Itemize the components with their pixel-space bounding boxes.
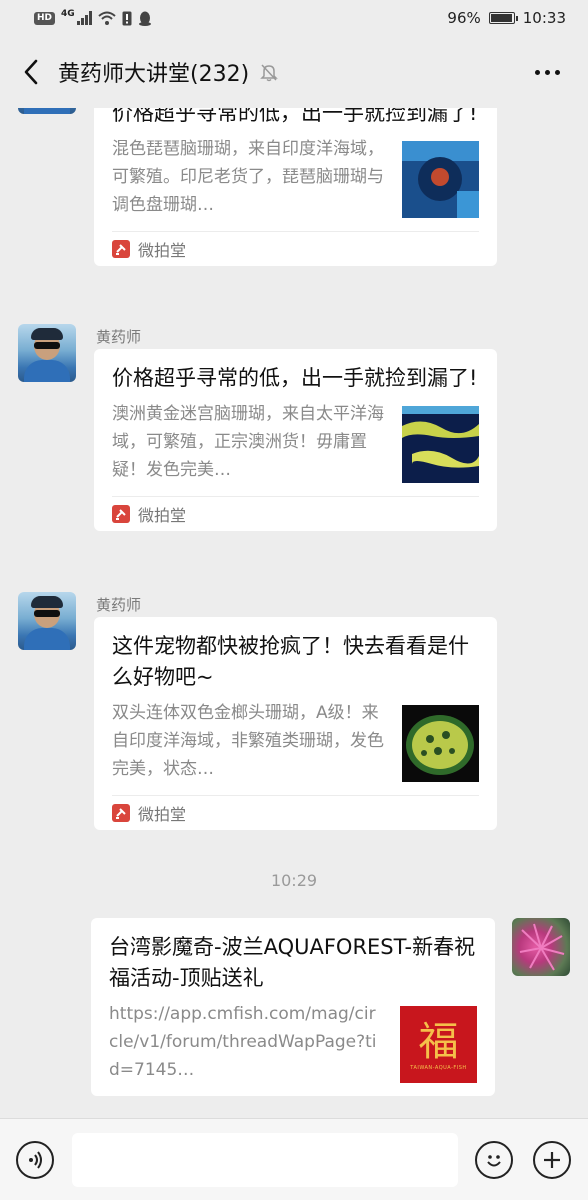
card-source-label: 微拍堂 <box>138 506 187 525</box>
card-title: 这件宠物都快被抢疯了！快去看看是什么好物吧~ <box>112 634 469 689</box>
voice-icon <box>29 1151 42 1169</box>
sim-alert-icon <box>122 11 132 25</box>
link-card-message[interactable]: 价格超乎寻常的低，出一手就捡到漏了! 澳洲黄金迷宫脑珊瑚，来自太平洋海域，可繁殖… <box>94 349 497 531</box>
avatar[interactable] <box>18 324 76 382</box>
weipaitang-app-icon <box>112 804 130 822</box>
dot-icon <box>555 70 560 75</box>
battery-icon <box>488 12 518 24</box>
card-title: 台湾影魔奇-波兰AQUAFOREST-新春祝福活动-顶贴送礼 <box>109 935 476 990</box>
avatar[interactable] <box>18 108 76 114</box>
card-description: 混色琵琶脑珊瑚，来自印度洋海域，可繁殖。印尼老货了，琵琶脑珊瑚与调色盘珊瑚… <box>112 139 384 215</box>
card-description: https://app.cmfish.com/mag/circle/v1/for… <box>109 1004 377 1080</box>
emoji-button[interactable] <box>475 1141 513 1179</box>
link-card-message[interactable]: 价格超乎寻常的低，出一手就捡到漏了! 混色琵琶脑珊瑚，来自印度洋海域，可繁殖。印… <box>94 108 497 266</box>
hd-badge: HD <box>34 11 56 25</box>
avatar[interactable] <box>18 592 76 650</box>
card-body: https://app.cmfish.com/mag/circle/v1/for… <box>109 1000 477 1096</box>
card-source: 微拍堂 <box>112 795 479 830</box>
input-bar <box>0 1118 588 1200</box>
thumb-caption: TAIWAN-AQUA-FISH <box>410 1064 467 1071</box>
card-description: 双头连体双色金榔头珊瑚，A级！来自印度洋海域，非繁殖类珊瑚，发色完美，状态… <box>112 703 384 779</box>
card-source: 微拍堂 <box>112 231 479 266</box>
more-functions-button[interactable] <box>533 1141 571 1179</box>
plus-icon <box>544 1152 560 1168</box>
card-body: 澳洲黄金迷宫脑珊瑚，来自太平洋海域，可繁殖，正宗澳洲货！毋庸置疑！发色完美… <box>112 400 479 496</box>
coral-thumbnail-image <box>402 141 479 218</box>
smiley-icon <box>487 1155 501 1167</box>
card-title: 价格超乎寻常的低，出一手就捡到漏了! <box>112 108 478 125</box>
qq-penguin-icon <box>138 11 151 26</box>
status-right: 96% 10:33 <box>447 9 566 27</box>
sender-name: 黄药师 <box>96 328 142 346</box>
my-link-card-message[interactable]: 台湾影魔奇-波兰AQUAFOREST-新春祝福活动-顶贴送礼 https://a… <box>91 918 495 1096</box>
card-title: 价格超乎寻常的低，出一手就捡到漏了! <box>112 366 478 390</box>
dot-icon <box>535 70 540 75</box>
chat-area[interactable]: 价格超乎寻常的低，出一手就捡到漏了! 混色琵琶脑珊瑚，来自印度洋海域，可繁殖。印… <box>0 108 588 1118</box>
chat-timestamp: 10:29 <box>270 871 318 890</box>
signal-icon <box>76 11 92 25</box>
status-bar: HD 4G 96% 10:33 <box>0 0 588 36</box>
card-source-label: 微拍堂 <box>138 805 187 824</box>
wifi-icon <box>98 11 116 25</box>
fu-character: 福 <box>418 1018 459 1065</box>
page-title: 黄药师大讲堂(232) <box>58 62 250 87</box>
status-left: HD 4G <box>34 9 152 26</box>
fu-greeting-thumbnail-image: 福 TAIWAN-AQUA-FISH <box>400 1006 477 1083</box>
dot-icon <box>545 70 550 75</box>
status-time: 10:33 <box>522 9 566 27</box>
battery-fill <box>490 14 512 22</box>
weipaitang-app-icon <box>112 240 130 258</box>
chat-header: 黄药师大讲堂(232) <box>0 36 588 108</box>
coral-thumbnail-image <box>402 705 479 782</box>
chevron-left-icon <box>24 59 38 85</box>
mute-bell-icon <box>260 64 278 82</box>
coral-thumbnail-image <box>402 406 479 483</box>
link-card-message[interactable]: 这件宠物都快被抢疯了！快去看看是什么好物吧~ 双头连体双色金榔头珊瑚，A级！来自… <box>94 617 497 830</box>
sender-name: 黄药师 <box>96 596 142 614</box>
network-type: 4G <box>61 9 75 19</box>
voice-input-button[interactable] <box>16 1141 54 1179</box>
message-input[interactable] <box>72 1133 458 1187</box>
back-button[interactable] <box>18 59 44 85</box>
weipaitang-app-icon <box>112 505 130 523</box>
card-body: 双头连体双色金榔头珊瑚，A级！来自印度洋海域，非繁殖类珊瑚，发色完美，状态… <box>112 699 479 795</box>
card-source: 微拍堂 <box>112 496 479 531</box>
card-description: 澳洲黄金迷宫脑珊瑚，来自太平洋海域，可繁殖，正宗澳洲货！毋庸置疑！发色完美… <box>112 404 384 480</box>
my-avatar[interactable] <box>512 918 570 976</box>
card-body: 混色琵琶脑珊瑚，来自印度洋海域，可繁殖。印尼老货了，琵琶脑珊瑚与调色盘珊瑚… <box>112 135 479 231</box>
card-source-label: 微拍堂 <box>138 241 187 260</box>
battery-percent: 96% <box>447 9 481 27</box>
more-options-button[interactable] <box>535 70 560 75</box>
